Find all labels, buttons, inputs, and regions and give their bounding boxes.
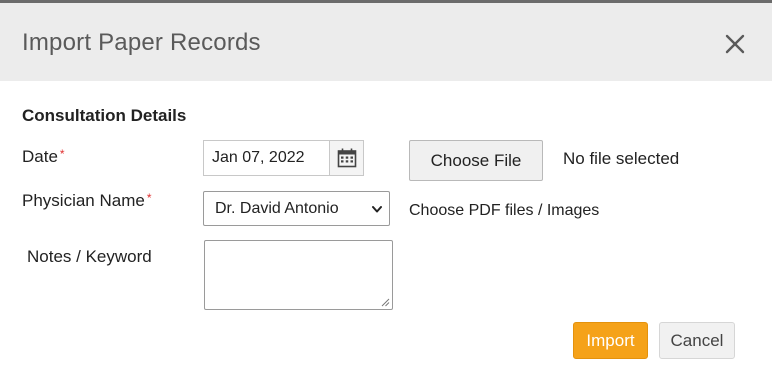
choose-file-button[interactable]: Choose File — [409, 140, 543, 181]
calendar-icon[interactable] — [329, 141, 363, 175]
close-icon[interactable] — [722, 31, 748, 57]
notes-textarea[interactable] — [204, 240, 393, 310]
import-dialog: Import Paper Records Consultation Detail… — [0, 0, 772, 385]
date-value[interactable]: Jan 07, 2022 — [212, 149, 305, 167]
chevron-down-icon — [372, 206, 382, 213]
dialog-title: Import Paper Records — [22, 29, 261, 56]
physician-selected-value: Dr. David Antonio — [215, 200, 339, 217]
required-marker: * — [146, 191, 152, 205]
file-status: No file selected — [563, 149, 680, 168]
physician-label-text: Physician Name — [22, 191, 145, 210]
cancel-button[interactable]: Cancel — [659, 322, 735, 359]
date-label: Date * — [22, 147, 65, 167]
dialog-header: Import Paper Records — [0, 3, 772, 81]
required-marker: * — [59, 147, 65, 161]
import-button[interactable]: Import — [573, 322, 648, 359]
physician-select[interactable]: Dr. David Antonio — [203, 191, 390, 226]
date-field[interactable]: Jan 07, 2022 — [203, 140, 364, 176]
resize-handle-icon[interactable] — [380, 297, 390, 307]
physician-label: Physician Name * — [22, 191, 152, 211]
date-label-text: Date — [22, 147, 58, 166]
section-title: Consultation Details — [22, 106, 187, 125]
notes-label: Notes / Keyword — [27, 247, 152, 266]
file-hint: Choose PDF files / Images — [409, 202, 600, 219]
